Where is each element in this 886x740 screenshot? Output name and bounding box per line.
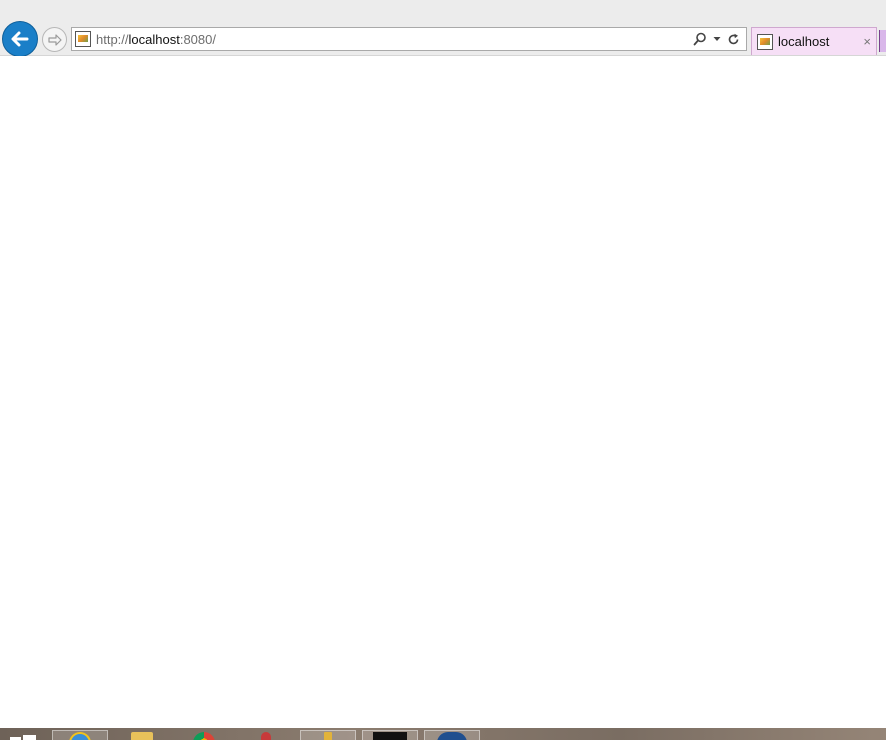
tools-icon [324, 732, 332, 740]
tab-label: localhost [778, 34, 830, 49]
refresh-icon[interactable] [727, 33, 740, 46]
chrome-icon [193, 732, 215, 740]
internet-explorer-icon [69, 732, 91, 740]
tab-close-icon[interactable]: × [863, 34, 871, 49]
editor-icon [437, 732, 467, 740]
taskbar [0, 728, 886, 740]
tab-favicon-icon [757, 33, 773, 50]
dropdown-icon[interactable] [713, 35, 721, 43]
page-viewport [0, 56, 886, 728]
terminal-icon [373, 732, 407, 740]
tab-localhost[interactable]: localhost × [751, 27, 877, 55]
browser-chrome: http://localhost:8080/ localhost × [0, 0, 886, 57]
address-bar[interactable]: http://localhost:8080/ [71, 27, 747, 51]
app-icon [261, 732, 271, 740]
url-host: localhost [128, 31, 180, 47]
new-tab-button[interactable] [879, 30, 886, 52]
file-explorer-icon [131, 732, 153, 740]
windows-logo-icon-part [23, 735, 36, 740]
back-arrow-icon [11, 31, 29, 47]
taskbar-item-terminal[interactable] [362, 730, 418, 740]
search-icon[interactable] [693, 32, 707, 46]
url-path: :8080/ [179, 31, 216, 47]
url-text[interactable]: http://localhost:8080/ [96, 32, 693, 47]
url-scheme: http:// [96, 31, 129, 47]
forward-arrow-icon [47, 33, 62, 46]
start-button[interactable] [10, 733, 38, 740]
forward-button[interactable] [42, 27, 67, 52]
taskbar-item-app[interactable] [238, 730, 294, 740]
back-button[interactable] [2, 21, 38, 57]
taskbar-item-internet-explorer[interactable] [52, 730, 108, 740]
taskbar-item-chrome[interactable] [176, 730, 232, 740]
taskbar-item-file-explorer[interactable] [114, 730, 170, 740]
taskbar-item-editor[interactable] [424, 730, 480, 740]
taskbar-item-tools[interactable] [300, 730, 356, 740]
page-favicon-icon [75, 31, 91, 47]
